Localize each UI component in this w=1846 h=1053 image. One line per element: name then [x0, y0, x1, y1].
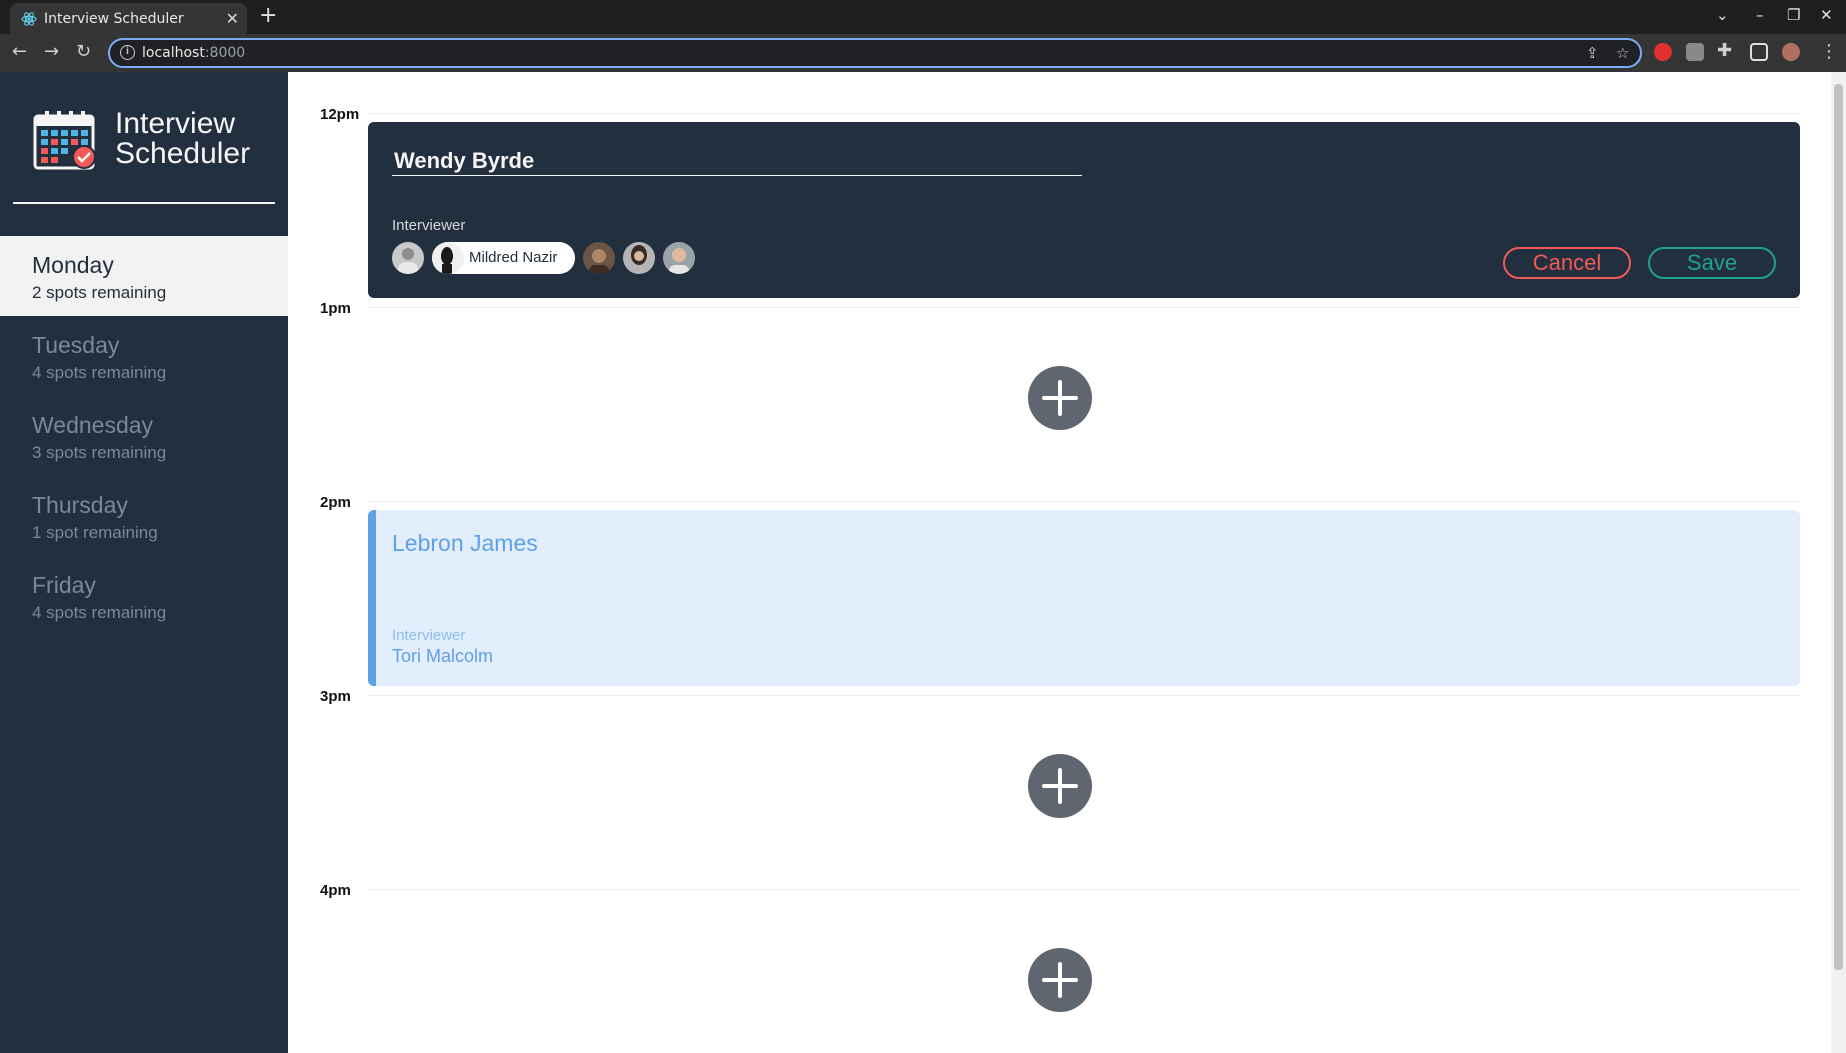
minimize-icon[interactable]: – [1756, 6, 1764, 24]
url-text: localhost:8000 [142, 45, 246, 61]
app-brand: Interview Scheduler [115, 107, 251, 170]
browser-tab[interactable]: Interview Scheduler ✕ [10, 3, 247, 34]
time-divider [368, 113, 1800, 114]
day-spots: 1 spot remaining [32, 523, 158, 542]
new-tab-button[interactable]: + [259, 3, 277, 28]
time-label: 3pm [320, 688, 351, 705]
schedule: 12pm Interviewer Mildred Nazir [288, 72, 1831, 1053]
appointment-2pm: 2pm Lebron James Interviewer Tori Malcol… [288, 460, 1831, 686]
student-name: Lebron James [392, 530, 538, 556]
time-divider [368, 695, 1800, 696]
address-bar[interactable]: i localhost:8000 ⇪ ☆ [108, 38, 1642, 68]
day-item-monday[interactable]: Monday 2 spots remaining [0, 236, 288, 316]
time-divider [368, 501, 1800, 502]
selected-interviewer-name: Mildred Nazir [469, 249, 558, 266]
restore-icon[interactable]: ❐ [1787, 6, 1800, 24]
extension-red-icon[interactable] [1654, 43, 1672, 61]
close-window-icon[interactable]: ✕ [1820, 6, 1833, 24]
time-divider [368, 307, 1800, 308]
browser-toolbar: ← → ↻ i localhost:8000 ⇪ ☆ ✚ ⋮ [0, 34, 1846, 72]
forward-icon[interactable]: → [44, 41, 59, 62]
sidebar-divider [13, 202, 275, 204]
day-name: Monday [32, 252, 114, 278]
add-appointment-button[interactable] [1028, 948, 1092, 1012]
student-name-input[interactable] [392, 146, 1082, 176]
extension-gray-icon[interactable] [1686, 43, 1704, 61]
time-label: 12pm [320, 106, 360, 123]
appointment-1pm: 1pm [288, 266, 1831, 460]
scrollbar-thumb[interactable] [1834, 84, 1843, 970]
day-item-tuesday[interactable]: Tuesday 4 spots remaining [0, 316, 288, 396]
calendar-logo-icon [33, 111, 96, 170]
appointment-4pm: 4pm [288, 848, 1831, 1042]
tab-close-icon[interactable]: ✕ [226, 9, 239, 29]
tab-title: Interview Scheduler [44, 11, 184, 27]
menu-kebab-icon[interactable]: ⋮ [1820, 41, 1838, 62]
day-item-wednesday[interactable]: Wednesday 3 spots remaining [0, 396, 288, 476]
browser-tab-bar: Interview Scheduler ✕ + ⌄ – ❐ ✕ [0, 0, 1846, 34]
interviewer-label: Interviewer [392, 627, 466, 644]
day-name: Thursday [32, 492, 128, 518]
day-spots: 3 spots remaining [32, 443, 167, 462]
bookmark-star-icon[interactable]: ☆ [1616, 44, 1629, 62]
share-icon[interactable]: ⇪ [1586, 44, 1599, 62]
day-spots: 2 spots remaining [32, 283, 167, 302]
day-item-thursday[interactable]: Thursday 1 spot remaining [0, 476, 288, 556]
add-appointment-button[interactable] [1028, 366, 1092, 430]
day-name: Tuesday [32, 332, 120, 358]
day-name: Wednesday [32, 412, 154, 438]
side-panel-icon[interactable] [1750, 43, 1768, 61]
add-appointment-button[interactable] [1028, 754, 1092, 818]
time-label: 1pm [320, 300, 351, 317]
interviewer-label: Interviewer [392, 217, 466, 234]
sidebar: Interview Scheduler Monday 2 spots remai… [0, 72, 288, 1053]
time-label: 4pm [320, 882, 351, 899]
extensions-puzzle-icon[interactable]: ✚ [1717, 40, 1732, 61]
appointment-12pm: 12pm Interviewer Mildred Nazir [288, 72, 1831, 298]
day-spots: 4 spots remaining [32, 363, 167, 382]
time-divider [368, 889, 1800, 890]
reload-icon[interactable]: ↻ [76, 41, 91, 62]
appointment-3pm: 3pm [288, 654, 1831, 848]
day-name: Friday [32, 572, 96, 598]
profile-avatar[interactable] [1782, 43, 1800, 61]
react-icon [21, 12, 37, 26]
tab-search-icon[interactable]: ⌄ [1716, 6, 1729, 24]
day-item-friday[interactable]: Friday 4 spots remaining [0, 556, 288, 636]
back-icon[interactable]: ← [12, 41, 27, 62]
day-spots: 4 spots remaining [32, 603, 167, 622]
site-info-icon[interactable]: i [120, 45, 135, 60]
time-label: 2pm [320, 494, 351, 511]
